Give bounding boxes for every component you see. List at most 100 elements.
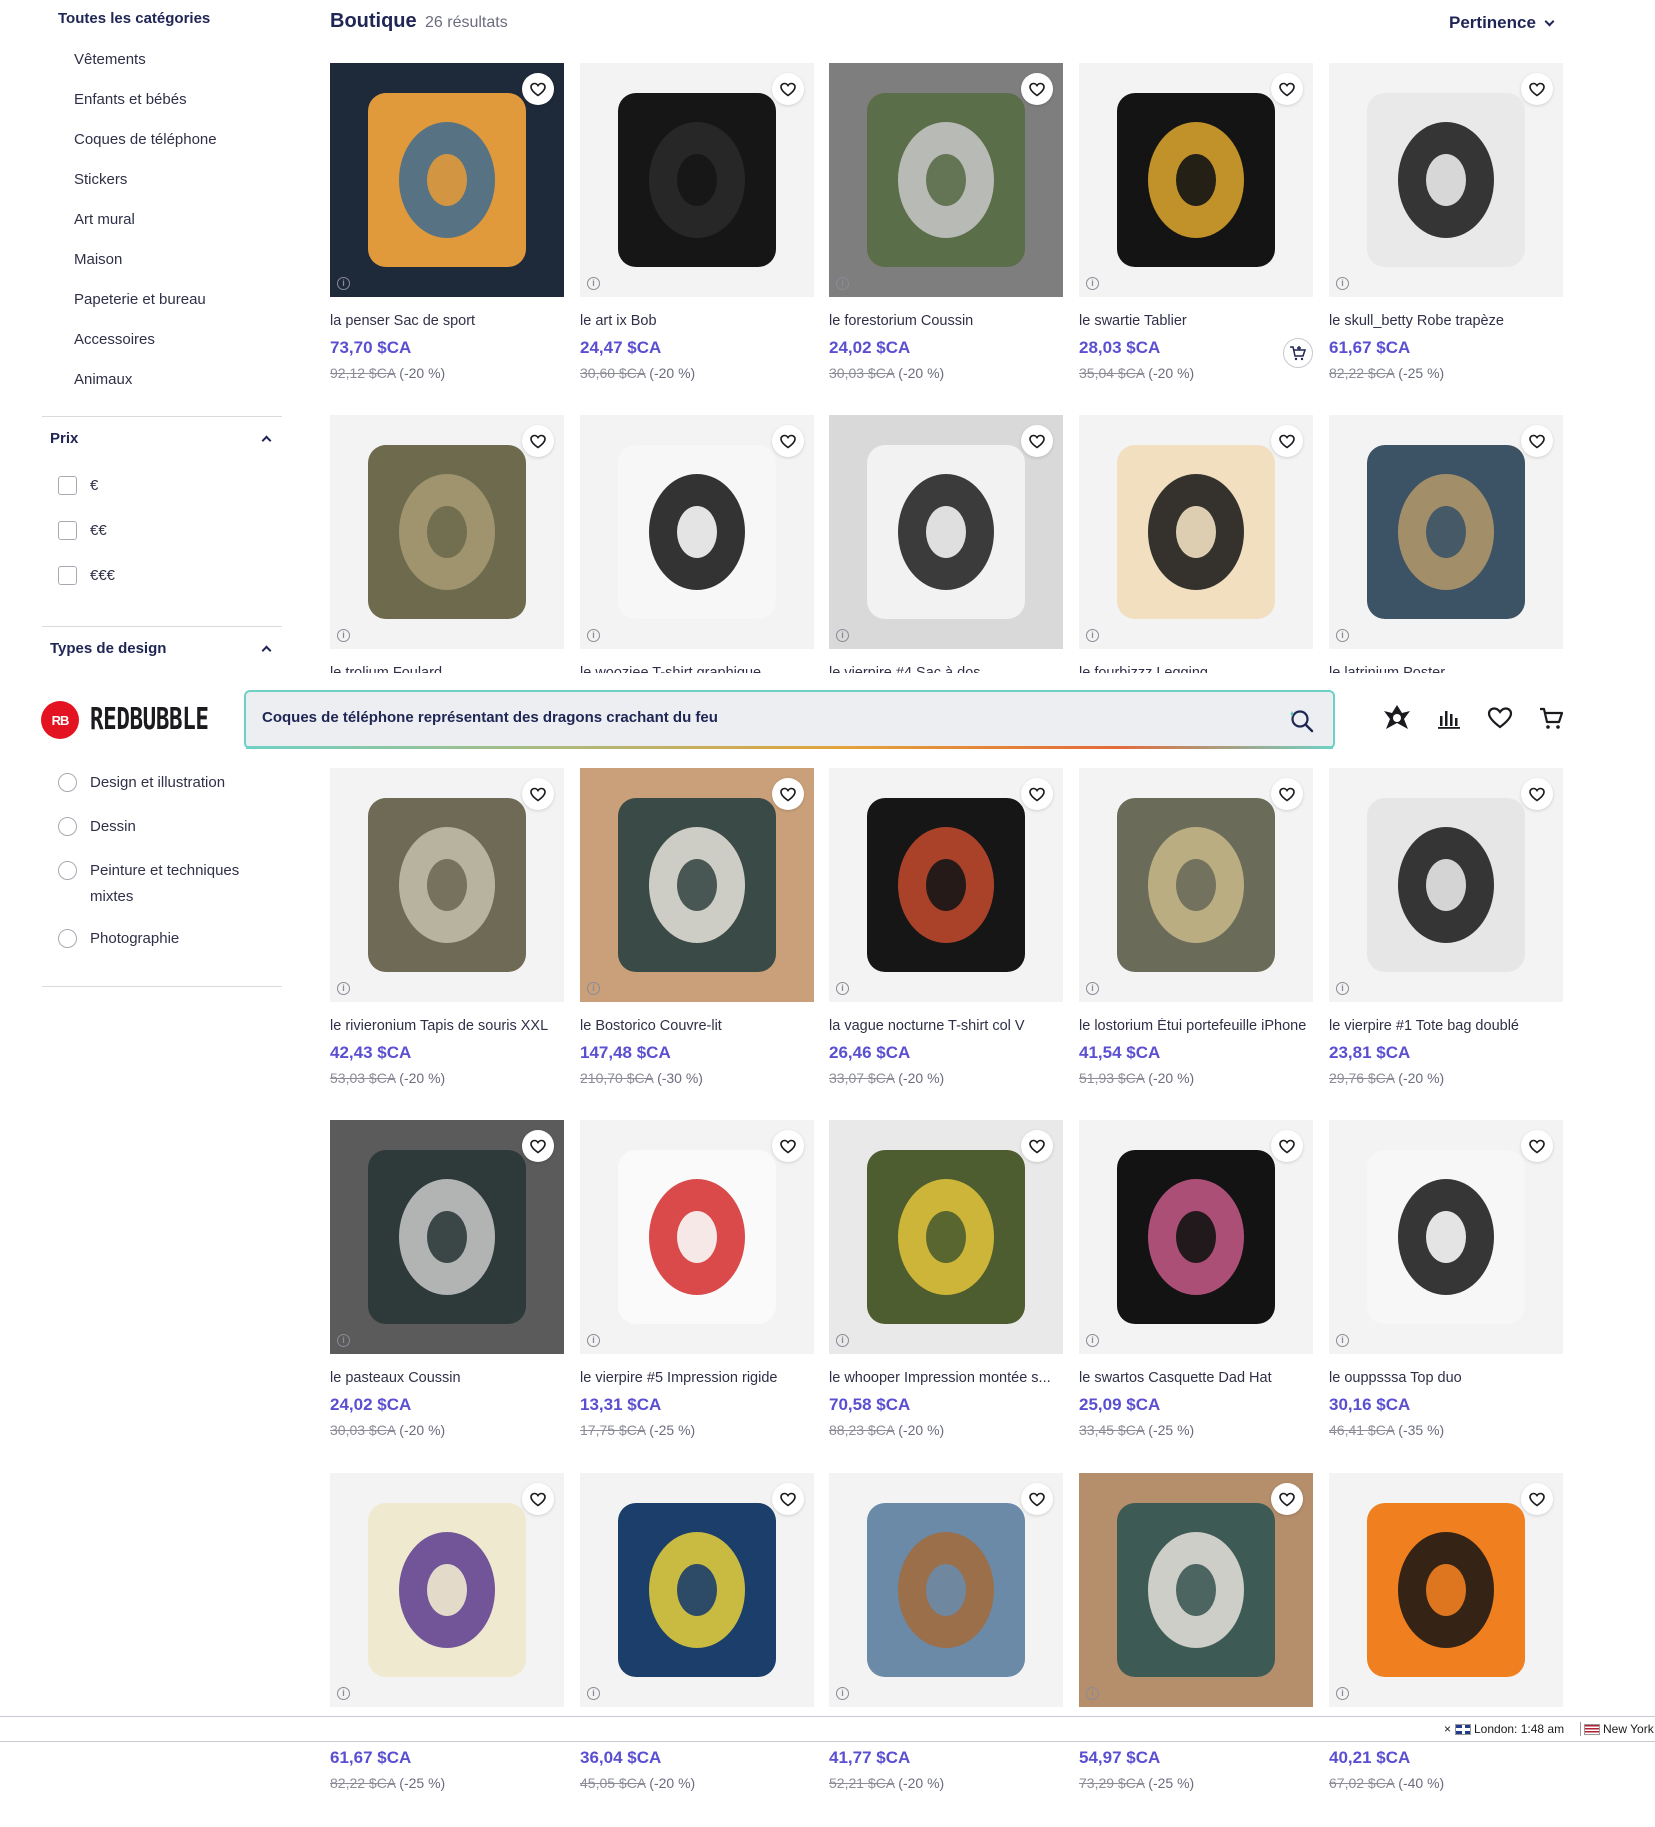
info-icon[interactable]: i <box>836 1334 849 1347</box>
product-card[interactable]: i le swartos Casquette Dad Hat 25,09 $CA 33… <box>1079 1120 1313 1450</box>
favorite-heart-icon[interactable] <box>1271 425 1303 457</box>
product-card[interactable]: i le vierpire #4 Sac à dos <box>829 415 1063 673</box>
checkbox[interactable] <box>58 521 77 540</box>
product-image[interactable]: i <box>330 1473 564 1707</box>
all-categories-link[interactable]: Toutes les catégories <box>58 10 210 27</box>
product-image[interactable]: i <box>829 1120 1063 1354</box>
dashboard-icon[interactable] <box>1434 703 1464 733</box>
design-option-peinture[interactable]: Peinture et techniques mixtes <box>58 858 258 910</box>
favorite-heart-icon[interactable] <box>1021 425 1053 457</box>
category-vetements[interactable]: Vêtements <box>74 50 217 90</box>
product-name[interactable]: le rivieronium Tapis de souris XXL <box>330 1018 564 1034</box>
product-card[interactable]: i le lostorium Étui portefeuille iPhone 41… <box>1079 768 1313 1098</box>
product-image[interactable]: i <box>580 768 814 1002</box>
product-card[interactable]: i le fourbizzz Legging <box>1079 415 1313 673</box>
favorite-heart-icon[interactable] <box>1521 778 1553 810</box>
product-name[interactable]: le vierpire #1 Tote bag doublé <box>1329 1018 1563 1034</box>
category-maison[interactable]: Maison <box>74 250 217 290</box>
add-to-cart-icon[interactable] <box>1283 338 1313 368</box>
favorite-heart-icon[interactable] <box>522 73 554 105</box>
favorite-heart-icon[interactable] <box>522 778 554 810</box>
redbubble-logo-text[interactable]: REDBUBBLE <box>90 702 209 737</box>
product-card[interactable]: i le pasteaux Coussin 24,02 $CA 30,03 $CA (… <box>330 1120 564 1450</box>
product-card[interactable]: i le vierpire #5 Impression rigide 13,31 $… <box>580 1120 814 1450</box>
product-image[interactable]: i <box>1329 63 1563 297</box>
product-image[interactable]: i <box>1329 415 1563 649</box>
favorite-heart-icon[interactable] <box>1021 778 1053 810</box>
design-types-facet-header[interactable]: Types de design <box>50 640 272 657</box>
heart-icon[interactable] <box>1485 703 1515 733</box>
favorite-heart-icon[interactable] <box>772 778 804 810</box>
product-card[interactable]: i le Bostorico Couvre-lit 147,48 $CA 210,70… <box>580 768 814 1098</box>
product-name[interactable]: le vierpire #5 Impression rigide <box>580 1370 814 1386</box>
product-card[interactable]: i le wooziee T-shirt graphique <box>580 415 814 673</box>
product-card[interactable]: i le ouppsssa Top duo 30,16 $CA 46,41 $CA (… <box>1329 1120 1563 1450</box>
info-icon[interactable]: i <box>587 277 600 290</box>
product-name[interactable]: le trolium Foulard <box>330 665 564 673</box>
favorite-heart-icon[interactable] <box>772 1130 804 1162</box>
favorite-heart-icon[interactable] <box>522 1130 554 1162</box>
product-card[interactable]: i 36,04 $CA 45,05 $CA (-20 %) <box>580 1473 814 1803</box>
product-image[interactable]: i <box>829 415 1063 649</box>
category-coques[interactable]: Coques de téléphone <box>74 130 217 170</box>
price-option-3[interactable]: €€€ <box>58 566 115 585</box>
info-icon[interactable]: i <box>337 1687 350 1700</box>
design-option-photo[interactable]: Photographie <box>58 926 179 952</box>
product-image[interactable]: i <box>330 63 564 297</box>
product-image[interactable]: i <box>1079 1120 1313 1354</box>
product-name[interactable]: le wooziee T-shirt graphique <box>580 665 814 673</box>
info-icon[interactable]: i <box>1086 1334 1099 1347</box>
product-card[interactable]: i le trolium Foulard <box>330 415 564 673</box>
info-icon[interactable]: i <box>1086 982 1099 995</box>
product-name[interactable]: le whooper Impression montée s... <box>829 1370 1063 1386</box>
product-image[interactable]: i <box>330 1120 564 1354</box>
product-image[interactable]: i <box>1079 415 1313 649</box>
category-animaux[interactable]: Animaux <box>74 370 217 410</box>
favorite-heart-icon[interactable] <box>1521 425 1553 457</box>
checkbox[interactable] <box>58 476 77 495</box>
info-icon[interactable]: i <box>587 629 600 642</box>
product-image[interactable]: i <box>1079 63 1313 297</box>
product-name[interactable]: le skull_betty Robe trapèze <box>1329 313 1563 329</box>
product-card[interactable]: i le skull_betty Robe trapèze 61,67 $CA 82,… <box>1329 63 1563 393</box>
product-card[interactable]: i le vierpire #1 Tote bag doublé 23,81 $CA… <box>1329 768 1563 1098</box>
info-icon[interactable]: i <box>337 1334 350 1347</box>
design-option-illustration[interactable]: Design et illustration <box>58 770 225 796</box>
favorite-heart-icon[interactable] <box>1521 73 1553 105</box>
product-card[interactable]: i 41,77 $CA 52,21 $CA (-20 %) <box>829 1473 1063 1803</box>
sort-dropdown[interactable]: Pertinence <box>1449 13 1555 33</box>
product-image[interactable]: i <box>1329 1120 1563 1354</box>
product-name[interactable]: le Bostorico Couvre-lit <box>580 1018 814 1034</box>
info-icon[interactable]: i <box>836 1687 849 1700</box>
favorite-heart-icon[interactable] <box>1271 1130 1303 1162</box>
info-icon[interactable]: i <box>1336 1687 1349 1700</box>
price-option-2[interactable]: €€ <box>58 521 107 540</box>
search-input[interactable] <box>262 709 1262 726</box>
category-papeterie[interactable]: Papeterie et bureau <box>74 290 217 330</box>
product-card[interactable]: i le rivieronium Tapis de souris XXL 42,43… <box>330 768 564 1098</box>
avatar-icon[interactable] <box>1382 703 1412 733</box>
info-icon[interactable]: i <box>1336 1334 1349 1347</box>
product-card[interactable]: i le whooper Impression montée s... 70,58 … <box>829 1120 1063 1450</box>
favorite-heart-icon[interactable] <box>1021 1130 1053 1162</box>
product-image[interactable]: i <box>580 63 814 297</box>
category-art-mural[interactable]: Art mural <box>74 210 217 250</box>
product-card[interactable]: i la penser Sac de sport 73,70 $CA 92,12 $C… <box>330 63 564 393</box>
favorite-heart-icon[interactable] <box>772 73 804 105</box>
product-name[interactable]: le vierpire #4 Sac à dos <box>829 665 1063 673</box>
product-card[interactable]: i le latrinium Poster <box>1329 415 1563 673</box>
product-image[interactable]: i <box>580 1120 814 1354</box>
info-icon[interactable]: i <box>1336 629 1349 642</box>
product-name[interactable]: le lostorium Étui portefeuille iPhone <box>1079 1018 1313 1034</box>
favorite-heart-icon[interactable] <box>1271 73 1303 105</box>
search-box[interactable] <box>244 690 1335 749</box>
product-card[interactable]: i 54,97 $CA 73,29 $CA (-25 %) <box>1079 1473 1313 1803</box>
product-name[interactable]: le forestorium Coussin <box>829 313 1063 329</box>
favorite-heart-icon[interactable] <box>1021 73 1053 105</box>
info-icon[interactable]: i <box>1086 629 1099 642</box>
product-image[interactable]: i <box>1079 768 1313 1002</box>
product-image[interactable]: i <box>330 415 564 649</box>
product-image[interactable]: i <box>580 415 814 649</box>
favorite-heart-icon[interactable] <box>1521 1130 1553 1162</box>
info-icon[interactable]: i <box>1086 1687 1099 1700</box>
